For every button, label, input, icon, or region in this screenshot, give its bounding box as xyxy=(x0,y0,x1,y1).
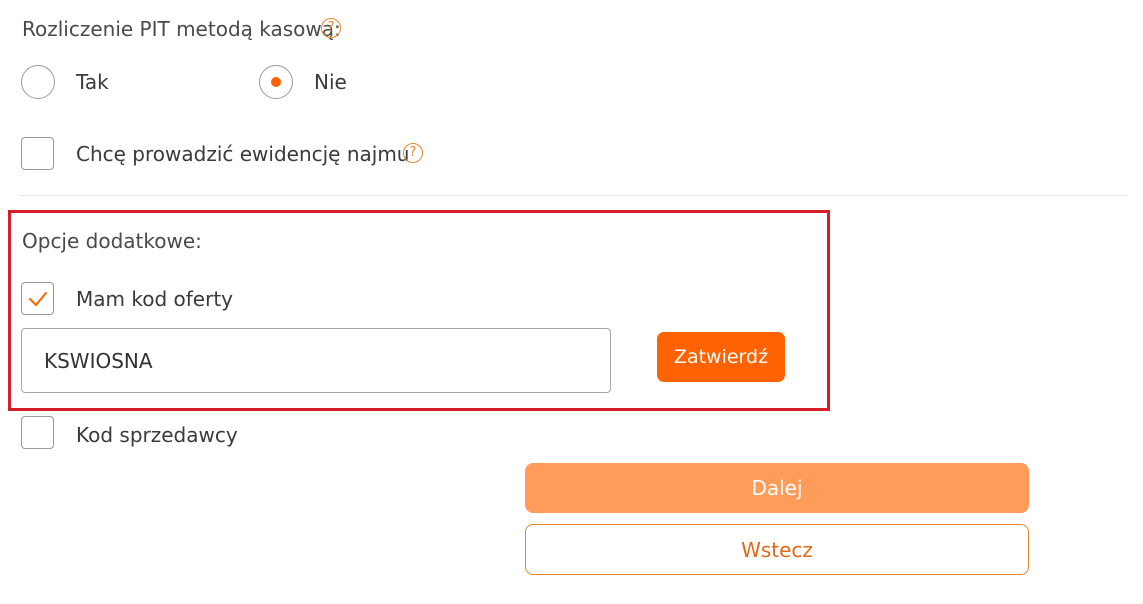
pit-settlement-label: Rozliczenie PIT metodą kasową: xyxy=(22,17,341,41)
radio-nie[interactable] xyxy=(259,65,293,99)
seller-code-checkbox[interactable] xyxy=(21,416,54,449)
checkmark-icon xyxy=(29,292,47,306)
offer-code-checkbox[interactable] xyxy=(21,282,54,315)
section-divider xyxy=(20,195,1128,196)
rental-records-checkbox[interactable] xyxy=(21,137,54,170)
radio-tak-label: Tak xyxy=(76,70,109,94)
offer-code-input[interactable] xyxy=(21,328,611,393)
radio-tak[interactable] xyxy=(21,65,55,99)
seller-code-label: Kod sprzedawcy xyxy=(76,423,238,447)
question-circle-icon[interactable]: ? xyxy=(321,18,341,38)
radio-nie-label: Nie xyxy=(314,70,347,94)
radio-selected-dot xyxy=(271,77,281,87)
tax-settings-form: Rozliczenie PIT metodą kasową: ? Tak Nie… xyxy=(0,0,1143,604)
rental-records-label: Chcę prowadzić ewidencję najmu xyxy=(76,142,410,166)
next-button[interactable]: Dalej xyxy=(525,463,1029,513)
offer-code-label: Mam kod oferty xyxy=(76,287,233,311)
additional-options-title: Opcje dodatkowe: xyxy=(22,229,202,253)
question-circle-icon[interactable]: ? xyxy=(403,143,423,163)
confirm-button[interactable]: Zatwierdź xyxy=(657,332,785,382)
back-button[interactable]: Wstecz xyxy=(525,524,1029,575)
